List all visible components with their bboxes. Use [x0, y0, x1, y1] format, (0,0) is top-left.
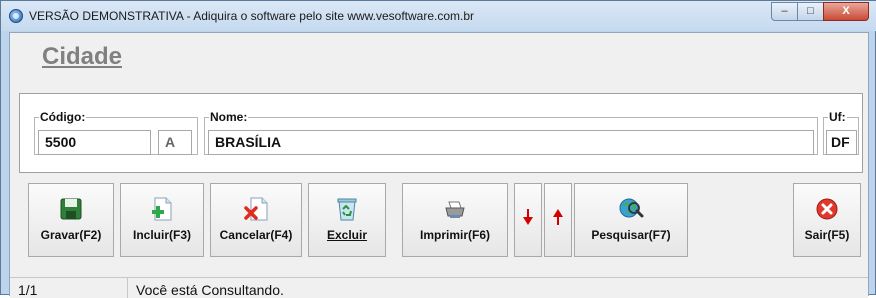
- app-icon[interactable]: [9, 9, 23, 23]
- exit-icon: [816, 198, 838, 220]
- field-panel: Código: 5500 A Nome: BRASÍLIA Uf: DF: [19, 93, 863, 173]
- nome-input[interactable]: BRASÍLIA: [208, 130, 814, 155]
- cancel-document-icon: [244, 197, 268, 221]
- arrow-up-icon: [553, 209, 563, 225]
- excluir-label: Excluir: [326, 228, 368, 242]
- window-title: VERSÃO DEMONSTRATIVA - Adiquira o softwa…: [29, 9, 475, 23]
- excluir-button[interactable]: Excluir: [308, 183, 386, 257]
- incluir-label: Incluir(F3): [132, 228, 191, 242]
- nome-label: Nome:: [209, 110, 249, 124]
- floppy-disk-icon: [60, 198, 82, 220]
- codigo-suffix-field: A: [158, 130, 192, 155]
- previous-record-button[interactable]: [544, 183, 572, 257]
- uf-input[interactable]: DF: [826, 130, 857, 155]
- imprimir-button[interactable]: Imprimir(F6): [402, 183, 508, 257]
- cancelar-label: Cancelar(F4): [219, 228, 293, 242]
- pesquisar-button[interactable]: Pesquisar(F7): [574, 183, 688, 257]
- pesquisar-label: Pesquisar(F7): [591, 228, 671, 242]
- gravar-button[interactable]: Gravar(F2): [28, 183, 114, 257]
- close-button[interactable]: X: [823, 2, 869, 21]
- application-window: VERSÃO DEMONSTRATIVA - Adiquira o softwa…: [0, 0, 876, 298]
- title-bar[interactable]: VERSÃO DEMONSTRATIVA - Adiquira o softwa…: [1, 1, 876, 31]
- arrow-down-icon: [523, 209, 533, 225]
- printer-icon: [445, 201, 465, 218]
- page-title: Cidade: [42, 43, 123, 70]
- toolbar: Gravar(F2) Incluir(F3) Cancelar(F4) Excl…: [19, 183, 861, 259]
- imprimir-label: Imprimir(F6): [419, 228, 490, 242]
- add-document-icon: [152, 197, 172, 221]
- sair-label: Sair(F5): [804, 228, 850, 242]
- globe-search-icon: [619, 198, 644, 218]
- sair-button[interactable]: Sair(F5): [793, 183, 861, 257]
- form-client-area: Cidade Código: 5500 A Nome: BRASÍLIA Uf:…: [9, 32, 869, 298]
- codigo-input[interactable]: 5500: [38, 130, 151, 155]
- recycle-bin-icon: [337, 198, 357, 221]
- minimize-button[interactable]: –: [771, 2, 798, 21]
- next-record-button[interactable]: [514, 183, 542, 257]
- uf-label: Uf:: [828, 110, 847, 124]
- gravar-label: Gravar(F2): [40, 228, 102, 242]
- incluir-button[interactable]: Incluir(F3): [120, 183, 204, 257]
- status-message: Você está Consultando.: [136, 282, 284, 298]
- maximize-button[interactable]: □: [797, 2, 824, 21]
- record-counter: 1/1: [18, 282, 38, 298]
- codigo-label: Código:: [39, 110, 87, 124]
- status-divider: [127, 278, 128, 298]
- cancelar-button[interactable]: Cancelar(F4): [210, 183, 302, 257]
